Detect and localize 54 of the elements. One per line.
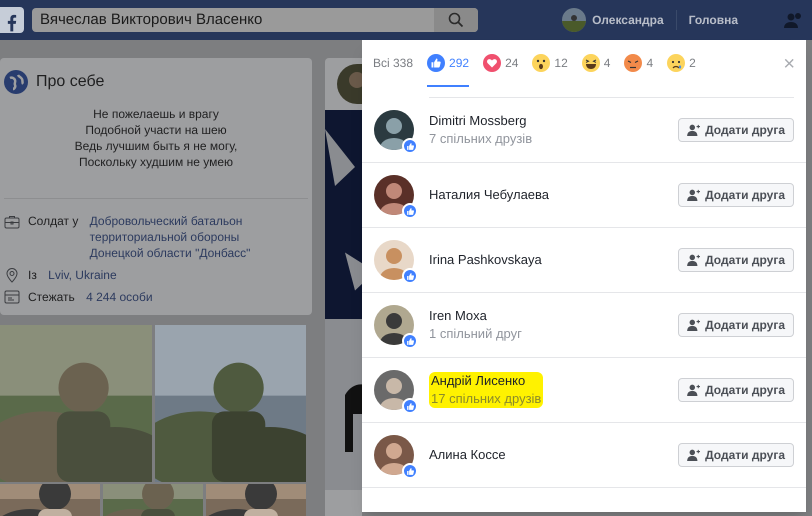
reaction-tab[interactable]: 12 (532, 41, 568, 87)
fact-link[interactable]: Добровольческий батальон территориальной обороны Донецкой области "Донбасс" (90, 213, 292, 261)
search-icon (448, 12, 464, 28)
like-badge-icon (402, 203, 418, 219)
person-name[interactable]: Irina Pashkovskaya (429, 251, 542, 269)
like-badge-icon (402, 398, 418, 414)
laughing-face-icon (582, 54, 600, 72)
add-person-icon (687, 189, 702, 201)
like-badge-icon (402, 138, 418, 154)
reaction-tab[interactable]: 2 (667, 41, 696, 87)
profile-link[interactable]: Олександра (592, 11, 664, 29)
bio-text: Не пожелаешь и врагу Подобной участи на шею Ведь лучшим быть я не могу, Поскольку худшим не умею (74, 106, 238, 170)
angry-face-icon (624, 54, 642, 72)
fact-label: Стежать (28, 289, 76, 305)
mutual-friends: 1 спільний друг (429, 325, 522, 343)
reaction-tab[interactable]: 292 (427, 41, 470, 87)
add-friend-button[interactable]: Додати друга (678, 248, 794, 272)
person-name[interactable]: Алина Коссе (429, 446, 506, 464)
mutual-friends: 7 спільних друзів (429, 130, 532, 148)
surprised-face-icon (532, 54, 550, 72)
like-badge-icon (402, 333, 418, 349)
reaction-tab[interactable]: 4 (582, 41, 610, 87)
person-name[interactable]: Наталия Чебулаева (429, 186, 550, 204)
home-link[interactable]: Головна (688, 11, 738, 29)
search-button[interactable] (434, 8, 478, 32)
location-pin-icon (4, 267, 20, 283)
person-name[interactable]: Dimitri Mossberg (429, 112, 532, 130)
fact-link[interactable]: Lviv, Ukraine (48, 267, 117, 283)
like-badge-icon (402, 463, 418, 479)
like-badge-icon (402, 268, 418, 284)
briefcase-icon (4, 214, 20, 230)
add-person-icon (687, 254, 702, 266)
add-person-icon (687, 124, 702, 136)
add-friend-button[interactable]: Додати друга (678, 313, 794, 337)
person-name[interactable]: Андрій Лисенко (431, 372, 542, 390)
person-name[interactable]: Iren Moxa (429, 307, 522, 325)
reaction-tab[interactable]: Всі 338 (373, 41, 414, 87)
reaction-tab[interactable]: 4 (624, 41, 654, 87)
add-person-icon (687, 384, 702, 396)
rss-card-icon (4, 289, 20, 305)
sad-face-icon (667, 54, 686, 72)
add-friend-button[interactable]: Додати друга (678, 443, 794, 467)
mutual-friends: 17 спільних друзів (431, 390, 542, 408)
add-friend-button[interactable]: Додати друга (678, 183, 794, 207)
add-friend-button[interactable]: Додати друга (678, 378, 794, 402)
add-friend-button[interactable]: Додати друга (678, 118, 794, 142)
add-person-icon (687, 319, 702, 331)
like-icon (427, 54, 446, 72)
reaction-tab[interactable]: 24 (483, 41, 518, 87)
fact-link[interactable]: 4 244 особи (86, 289, 153, 305)
fact-label: Із (28, 267, 38, 283)
add-person-icon (687, 449, 702, 461)
fact-label: Солдат у (28, 213, 80, 229)
section-title: Про себе (36, 72, 104, 92)
